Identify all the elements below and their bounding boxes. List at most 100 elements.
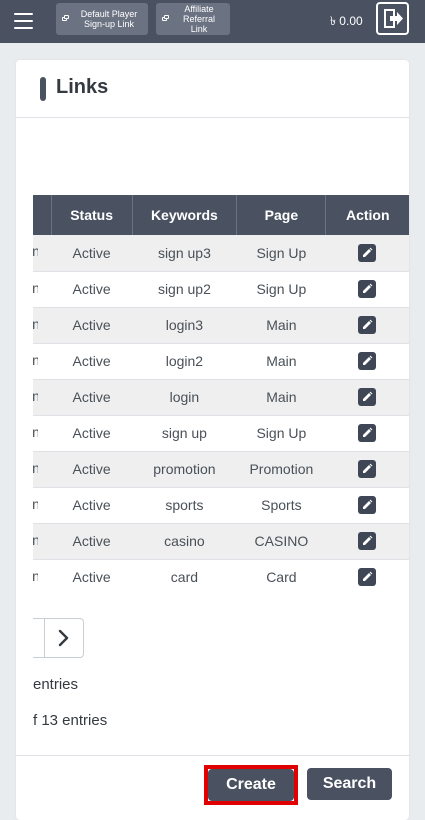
page-title: Links (56, 76, 109, 98)
action-cell (325, 523, 409, 560)
page-cell: Card (236, 559, 326, 595)
table-header-row: Status Keywords Page Action (33, 195, 409, 235)
page-cell: Sign Up (236, 415, 326, 452)
action-cell (325, 307, 409, 344)
clipped-cell-text: n (33, 568, 38, 584)
status-cell: Active (51, 487, 133, 524)
page-cell: Sign Up (236, 271, 326, 308)
links-card: Links Status Keywords Page Action n Activ… (16, 60, 409, 820)
clipped-cell: n (33, 415, 52, 452)
copy-icon (62, 15, 69, 22)
edit-icon[interactable] (358, 243, 377, 262)
page-cell: Sign Up (236, 235, 326, 272)
edit-icon[interactable] (358, 388, 377, 407)
action-cell (325, 379, 409, 416)
action-cell (325, 487, 409, 524)
footer-divider (16, 755, 409, 756)
default-player-signup-link-button[interactable]: Default Player Sign-up Link (56, 3, 148, 35)
table-row: n Activelogin2Main (33, 343, 409, 380)
default-player-signup-link-label: Default Player Sign-up Link (80, 9, 138, 29)
edit-icon[interactable] (358, 496, 377, 515)
edit-icon[interactable] (358, 532, 377, 551)
edit-icon[interactable] (358, 568, 377, 587)
keyword-cell: sign up (132, 415, 237, 452)
action-cell (325, 415, 409, 452)
table-row: n Activesign up2Sign Up (33, 271, 409, 308)
keyword-cell: sign up3 (132, 235, 237, 272)
edit-icon[interactable] (358, 316, 377, 335)
page-cell: Main (236, 307, 326, 344)
status-cell: Active (51, 307, 133, 344)
clipped-cell: n (33, 559, 52, 595)
table-row: n ActivepromotionPromotion (33, 451, 409, 488)
clipped-cell-text: n (33, 460, 38, 476)
edit-icon[interactable] (358, 280, 377, 299)
page-cell: Main (236, 343, 326, 380)
keyword-cell: login (132, 379, 237, 416)
chevron-right-icon (58, 629, 69, 647)
column-header-action: Action (325, 195, 409, 235)
status-cell: Active (51, 379, 133, 416)
keyword-cell: login2 (132, 343, 237, 380)
page-cell: Sports (236, 487, 326, 524)
edit-icon[interactable] (358, 424, 377, 443)
clipped-cell-text: n (33, 352, 38, 368)
status-cell: Active (51, 343, 133, 380)
entries-info: entries (33, 676, 79, 693)
hamburger-icon[interactable] (11, 9, 37, 33)
column-header-keywords[interactable]: Keywords (132, 195, 238, 235)
action-cell (325, 235, 409, 272)
clipped-cell-text: n (33, 243, 39, 260)
table-row: n ActivecardCard (33, 559, 409, 595)
clipped-cell-text: n (33, 280, 38, 296)
clipped-cell: n (33, 379, 52, 416)
keyword-cell: login3 (132, 307, 237, 344)
clipped-cell: n (33, 235, 52, 272)
pagination (33, 618, 84, 658)
title-accent (40, 77, 46, 101)
affiliate-referral-link-button[interactable]: Affiliate Referral Link (156, 3, 230, 35)
edit-icon[interactable] (358, 352, 377, 371)
status-cell: Active (51, 451, 133, 488)
clipped-cell: n (33, 343, 52, 380)
page-cell: CASINO (236, 523, 326, 560)
clipped-cell-text: n (33, 316, 38, 332)
top-bar: Default Player Sign-up Link Affiliate Re… (0, 0, 425, 43)
search-button[interactable]: Search (307, 768, 392, 800)
column-header-status[interactable]: Status (51, 195, 133, 235)
keyword-cell: casino (132, 523, 237, 560)
table-row: n Active sign up3 Sign Up (33, 235, 409, 272)
column-header-page[interactable]: Page (236, 195, 327, 235)
keyword-cell: promotion (132, 451, 237, 488)
clipped-cell: n (33, 523, 52, 560)
clipped-cell: n (33, 307, 52, 344)
affiliate-referral-link-label: Affiliate Referral Link (182, 4, 215, 34)
next-page-button[interactable] (45, 619, 83, 657)
clipped-cell: n (33, 271, 52, 308)
column-header-clipped (33, 195, 52, 235)
create-button[interactable]: Create (208, 769, 294, 801)
status-cell: Active (51, 235, 133, 272)
action-cell (325, 343, 409, 380)
edit-icon[interactable] (358, 460, 377, 479)
clipped-cell: n (33, 487, 52, 524)
action-cell (325, 271, 409, 308)
action-cell (325, 451, 409, 488)
clipped-cell-text: n (33, 496, 38, 512)
table-row: n ActiveloginMain (33, 379, 409, 416)
table-row: n Activelogin3Main (33, 307, 409, 344)
balance-display: ৳ 0.00 (330, 14, 363, 28)
status-cell: Active (51, 523, 133, 560)
clipped-cell-text: n (33, 388, 38, 404)
table-row: n ActivesportsSports (33, 487, 409, 524)
links-table: Status Keywords Page Action n Active sign … (33, 195, 409, 595)
status-cell: Active (51, 271, 133, 308)
status-cell: Active (51, 559, 133, 595)
keyword-cell: sign up2 (132, 271, 237, 308)
logout-icon[interactable] (376, 2, 409, 35)
links-table-scroll[interactable]: Status Keywords Page Action n Active sign … (33, 195, 409, 595)
total-entries-info: f 13 entries (33, 712, 108, 729)
keyword-cell: card (132, 559, 237, 595)
card-header: Links (16, 60, 409, 118)
clipped-cell-text: n (33, 424, 38, 440)
